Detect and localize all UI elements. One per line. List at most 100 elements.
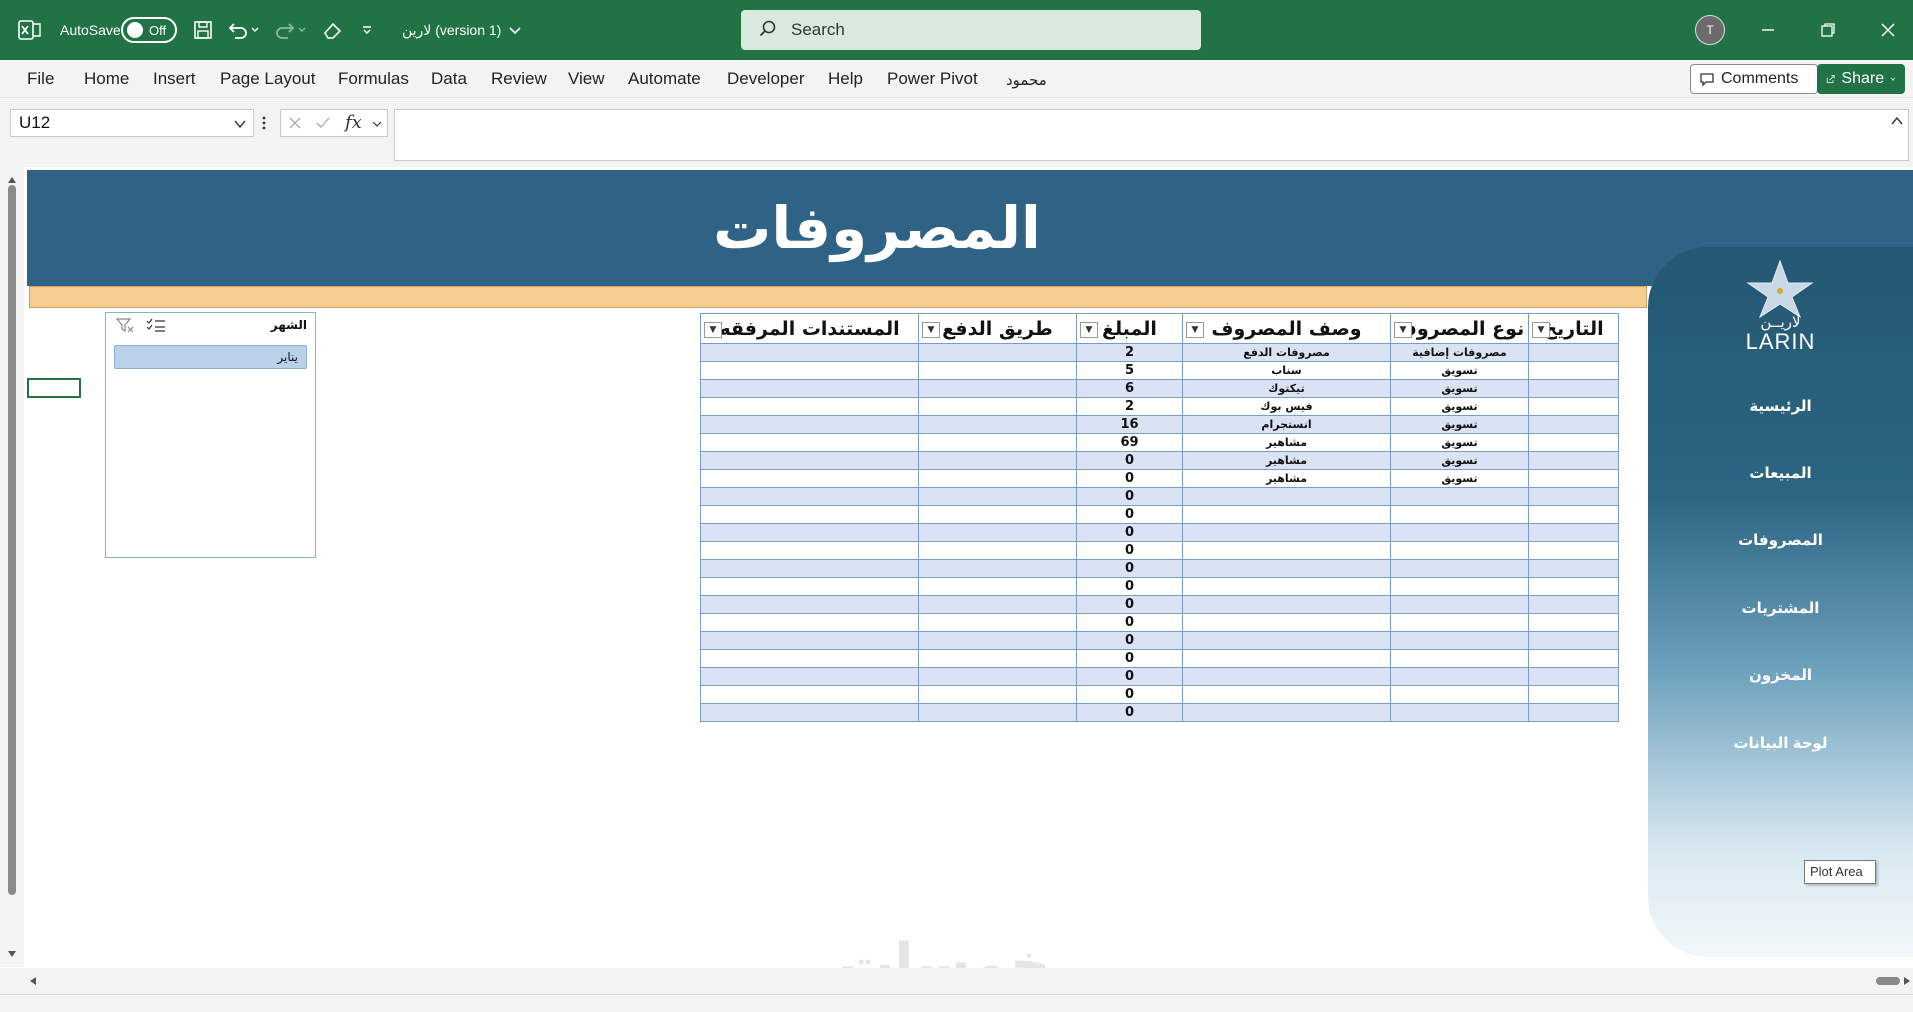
table-cell[interactable]: تسويق [1390,451,1529,470]
customize-toolbar-icon[interactable] [360,0,374,60]
table-cell[interactable] [918,451,1077,470]
collapse-formula-icon[interactable] [1890,114,1904,128]
table-cell[interactable]: 2 [1076,343,1183,362]
table-cell[interactable] [918,469,1077,488]
table-cell[interactable] [700,397,919,416]
table-cell[interactable] [918,649,1077,668]
table-cell[interactable] [700,523,919,542]
table-cell[interactable] [1182,685,1391,704]
share-button[interactable]: Share [1817,64,1905,94]
account-avatar[interactable]: T [1695,0,1725,60]
table-cell[interactable] [1390,685,1529,704]
nav-item-expenses[interactable]: المصروفات [1648,531,1913,549]
table-cell[interactable]: تسويق [1390,379,1529,398]
table-cell[interactable] [918,631,1077,650]
table-cell[interactable]: 2 [1076,397,1183,416]
table-cell[interactable] [1182,559,1391,578]
table-cell[interactable] [918,577,1077,596]
table-cell[interactable] [1528,361,1619,380]
tab-help[interactable]: Help [828,69,863,89]
table-cell[interactable] [918,523,1077,542]
table-cell[interactable] [1182,667,1391,686]
table-cell[interactable]: 0 [1076,649,1183,668]
table-cell[interactable] [918,685,1077,704]
tab-automate[interactable]: Automate [628,69,701,89]
table-cell[interactable] [1528,631,1619,650]
table-cell[interactable] [1528,397,1619,416]
table-cell[interactable] [1528,451,1619,470]
nav-item-home[interactable]: الرئيسية [1648,397,1913,415]
autosave-toggle[interactable]: Off [121,0,177,60]
table-cell[interactable] [700,577,919,596]
table-cell[interactable]: مشاهير [1182,451,1391,470]
table-cell[interactable] [700,595,919,614]
table-cell[interactable] [700,469,919,488]
table-cell[interactable] [1528,703,1619,722]
table-cell[interactable]: مصروفات إضافية [1390,343,1529,362]
search-box[interactable]: Search [741,10,1201,50]
nav-item-inventory[interactable]: المخزون [1648,666,1913,684]
table-cell[interactable] [700,505,919,524]
table-cell[interactable] [1390,667,1529,686]
table-cell[interactable]: تسويق [1390,415,1529,434]
scroll-down-icon[interactable] [6,949,18,959]
table-cell[interactable]: 6 [1076,379,1183,398]
eraser-icon[interactable] [322,0,344,60]
table-cell[interactable] [1528,541,1619,560]
table-cell[interactable]: 69 [1076,433,1183,452]
table-cell[interactable] [700,541,919,560]
filter-dropdown-icon[interactable]: ▼ [704,322,722,338]
table-cell[interactable]: مشاهير [1182,433,1391,452]
table-cell[interactable] [1182,595,1391,614]
table-cell[interactable] [700,613,919,632]
table-cell[interactable] [700,451,919,470]
table-cell[interactable] [1390,649,1529,668]
table-cell[interactable]: تسويق [1390,361,1529,380]
table-cell[interactable]: 0 [1076,469,1183,488]
table-cell[interactable] [1528,505,1619,524]
scroll-right-icon[interactable] [1902,975,1912,987]
multi-select-icon[interactable] [146,317,166,333]
table-cell[interactable] [1390,487,1529,506]
nav-item-purchases[interactable]: المشتريات [1648,599,1913,617]
table-cell[interactable] [700,379,919,398]
filter-dropdown-icon[interactable]: ▼ [1532,322,1550,338]
table-cell[interactable]: 0 [1076,685,1183,704]
table-cell[interactable]: 0 [1076,613,1183,632]
table-cell[interactable] [1390,559,1529,578]
comments-button[interactable]: Comments [1690,64,1818,94]
table-cell[interactable] [1528,343,1619,362]
table-cell[interactable] [700,667,919,686]
table-cell[interactable]: 0 [1076,631,1183,650]
table-cell[interactable]: انستجرام [1182,415,1391,434]
tab-home[interactable]: Home [84,69,129,89]
table-cell[interactable] [1182,631,1391,650]
table-cell[interactable] [918,667,1077,686]
table-cell[interactable] [1390,595,1529,614]
table-cell[interactable] [1182,577,1391,596]
table-cell[interactable]: 0 [1076,667,1183,686]
close-icon[interactable] [1880,0,1896,60]
table-cell[interactable]: 0 [1076,595,1183,614]
table-cell[interactable]: 0 [1076,559,1183,578]
table-cell[interactable] [700,433,919,452]
table-cell[interactable] [700,361,919,380]
nav-item-sales[interactable]: المبيعات [1648,464,1913,482]
table-cell[interactable]: 0 [1076,577,1183,596]
more-options-icon[interactable] [262,115,266,131]
table-cell[interactable] [918,505,1077,524]
table-cell[interactable]: 0 [1076,505,1183,524]
table-cell[interactable]: 0 [1076,703,1183,722]
table-cell[interactable] [1528,415,1619,434]
table-cell[interactable] [700,415,919,434]
excel-logo-icon[interactable] [18,0,42,60]
table-cell[interactable] [1390,703,1529,722]
name-box[interactable]: U12 [10,109,254,137]
redo-icon[interactable] [274,0,308,60]
table-cell[interactable] [1528,595,1619,614]
table-cell[interactable]: سناب [1182,361,1391,380]
table-cell[interactable] [918,379,1077,398]
table-cell[interactable] [1528,433,1619,452]
minimize-icon[interactable] [1760,0,1776,60]
table-cell[interactable] [1528,649,1619,668]
